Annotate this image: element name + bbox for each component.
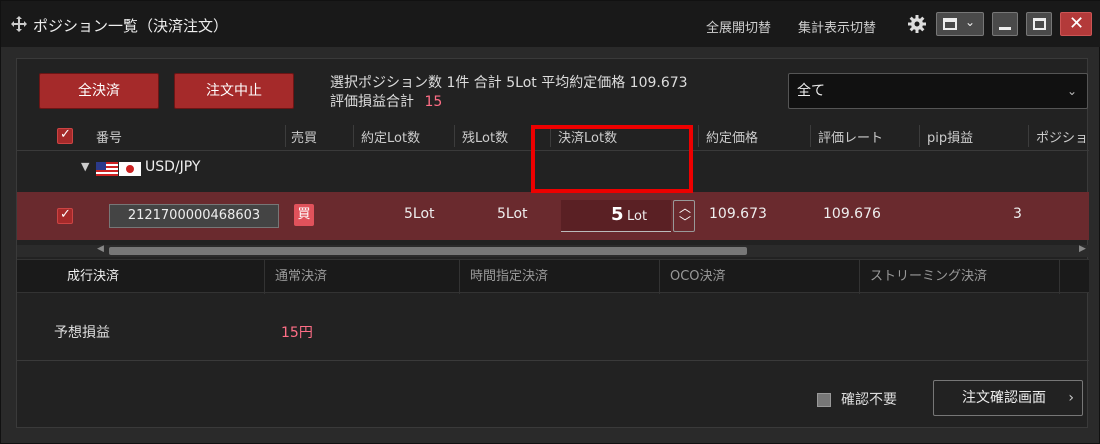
- settle-lot-value: 5: [611, 204, 624, 225]
- col-header-number[interactable]: 番号: [96, 127, 122, 146]
- filled-lot: 5Lot: [404, 206, 435, 222]
- title-bar[interactable]: ポジション一覧（決済注文） 全展開切替 集計表示切替 ⌄ ✕: [1, 1, 1100, 47]
- minimize-button[interactable]: [992, 12, 1018, 36]
- horizontal-scrollbar[interactable]: ◀ ▶: [17, 244, 1089, 257]
- pl-summary: 評価損益合計 15: [330, 91, 442, 111]
- order-type-tabs: 成行決済 通常決済 時間指定決済 OCO決済 ストリーミング決済: [17, 259, 1089, 294]
- maximize-button[interactable]: [1026, 12, 1052, 36]
- col-header-settle-lot[interactable]: 決済Lot数: [558, 127, 617, 146]
- table-row[interactable]: 2121700000468603 買 5Lot 5Lot 5 Lot ︿ ﹀ 1…: [17, 192, 1089, 240]
- remaining-lot: 5Lot: [497, 206, 528, 222]
- col-header-pip-pl[interactable]: pip損益: [927, 127, 973, 146]
- column-divider[interactable]: [550, 125, 551, 147]
- close-all-button[interactable]: 全決済: [39, 73, 159, 109]
- skip-confirm-checkbox[interactable]: [817, 393, 831, 407]
- column-divider[interactable]: [1028, 125, 1029, 147]
- toggle-summary-link[interactable]: 集計表示切替: [798, 17, 876, 36]
- expected-pl-label: 予想損益: [54, 325, 110, 341]
- stepper-down-icon[interactable]: ﹀: [679, 213, 691, 230]
- chevron-down-icon: ⌄: [965, 15, 976, 29]
- order-panel: 全決済 注文中止 選択ポジション数 1件 合計 5Lot 平均約定価格 109.…: [16, 58, 1089, 428]
- pip-pl: 3: [1013, 206, 1022, 222]
- tab-normal-close[interactable]: 通常決済: [265, 260, 460, 294]
- currency-group-row[interactable]: ▼ USD/JPY: [17, 153, 1089, 185]
- scrollbar-thumb[interactable]: [109, 247, 747, 255]
- col-header-remaining-lot[interactable]: 残Lot数: [462, 127, 508, 146]
- col-header-filled-lot[interactable]: 約定Lot数: [361, 127, 420, 146]
- chevron-right-icon: ›: [1068, 390, 1074, 406]
- window-icon: [943, 18, 957, 30]
- chevron-down-icon: ⌄: [1066, 84, 1077, 98]
- eval-rate: 109.676: [823, 206, 881, 222]
- tab-streaming-close[interactable]: ストリーミング決済: [860, 260, 1060, 294]
- gear-icon[interactable]: [907, 14, 927, 34]
- scroll-left-icon[interactable]: ◀: [97, 244, 104, 254]
- column-divider[interactable]: [810, 125, 811, 147]
- pl-summary-value: 15: [424, 94, 443, 110]
- window-title: ポジション一覧（決済注文）: [33, 17, 229, 35]
- settle-lot-unit: Lot: [627, 209, 648, 224]
- col-header-position[interactable]: ポジショ: [1036, 127, 1089, 146]
- tab-oco-close[interactable]: OCO決済: [660, 260, 860, 294]
- minimize-icon: [999, 27, 1011, 30]
- filter-select-value: 全て: [797, 83, 825, 99]
- japan-flag-icon: [119, 162, 141, 176]
- triangle-down-icon[interactable]: ▼: [81, 160, 89, 173]
- skip-confirm-label[interactable]: 確認不要: [841, 389, 897, 409]
- column-divider[interactable]: [454, 125, 455, 147]
- expected-pl-value: 15円: [281, 325, 313, 341]
- lot-stepper[interactable]: ︿ ﹀: [673, 200, 695, 232]
- scroll-right-icon[interactable]: ▶: [1079, 244, 1086, 254]
- us-flag-icon: [96, 162, 118, 176]
- column-divider[interactable]: [353, 125, 354, 147]
- column-divider[interactable]: [285, 125, 286, 147]
- col-header-eval-rate[interactable]: 評価レート: [818, 127, 883, 146]
- cancel-order-button[interactable]: 注文中止: [174, 73, 294, 109]
- expected-pl-section: 予想損益 15円: [17, 305, 1089, 361]
- close-icon: ✕: [1069, 13, 1085, 34]
- filled-price: 109.673: [709, 206, 767, 222]
- order-confirm-label: 注文確認画面: [962, 390, 1046, 406]
- row-checkbox[interactable]: [57, 207, 73, 224]
- select-all-checkbox[interactable]: [57, 127, 73, 144]
- layout-menu-button[interactable]: ⌄: [936, 12, 984, 36]
- side-badge: 買: [294, 204, 314, 226]
- col-header-filled-price[interactable]: 約定価格: [706, 127, 758, 146]
- filter-select[interactable]: 全て ⌄: [788, 73, 1088, 109]
- currency-pair-label: USD/JPY: [145, 159, 201, 175]
- maximize-icon: [1033, 18, 1046, 30]
- pl-summary-label: 評価損益合計: [330, 94, 414, 110]
- move-icon[interactable]: [11, 16, 27, 32]
- selection-summary: 選択ポジション数 1件 合計 5Lot 平均約定価格 109.673: [330, 75, 688, 91]
- table-header: 番号 売買 約定Lot数 残Lot数 決済Lot数 約定価格 評価レート pip…: [17, 121, 1089, 151]
- toggle-expand-all-link[interactable]: 全展開切替: [706, 17, 771, 36]
- column-divider[interactable]: [698, 125, 699, 147]
- tab-market-close[interactable]: 成行決済: [57, 260, 265, 294]
- close-button[interactable]: ✕: [1060, 12, 1092, 36]
- order-confirm-button[interactable]: 注文確認画面 ›: [933, 380, 1083, 416]
- position-id: 2121700000468603: [109, 204, 279, 228]
- col-header-side[interactable]: 売買: [291, 127, 317, 146]
- column-divider[interactable]: [919, 125, 920, 147]
- position-list-window: ポジション一覧（決済注文） 全展開切替 集計表示切替 ⌄ ✕ 全決済 注文中止 …: [0, 0, 1100, 444]
- tab-time-close[interactable]: 時間指定決済: [460, 260, 660, 294]
- settle-lot-input[interactable]: 5 Lot: [561, 200, 671, 232]
